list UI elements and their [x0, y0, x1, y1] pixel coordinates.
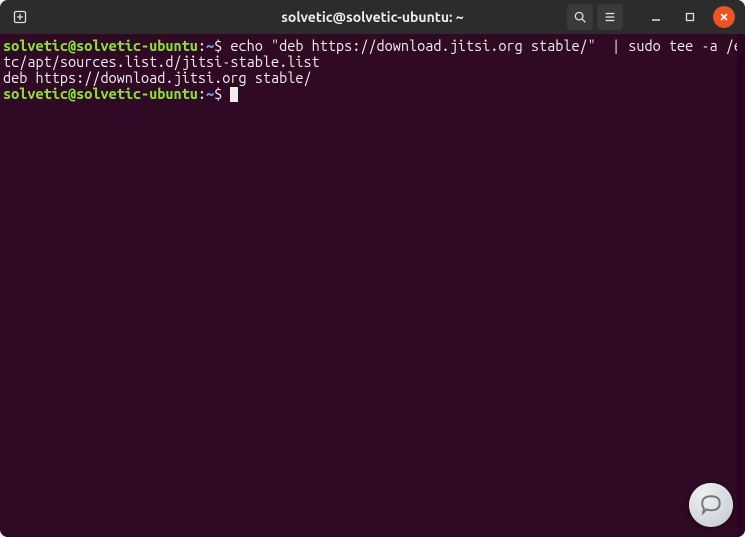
- search-button[interactable]: [567, 4, 593, 30]
- minimize-button[interactable]: [645, 6, 667, 28]
- titlebar-left: [6, 4, 34, 30]
- prompt-user: solvetic: [3, 37, 68, 54]
- prompt-host: solvetic-ubuntu: [76, 37, 198, 54]
- chat-assist-button[interactable]: [689, 483, 733, 527]
- close-icon: [719, 12, 729, 22]
- prompt-colon: :: [198, 37, 206, 54]
- close-button[interactable]: [713, 6, 735, 28]
- new-tab-button[interactable]: [6, 4, 34, 30]
- terminal-line-1: solvetic@solvetic-ubuntu:~$ echo "deb ht…: [3, 38, 742, 70]
- terminal-output-1: deb https://download.jitsi.org stable/: [3, 70, 742, 86]
- terminal-body[interactable]: solvetic@solvetic-ubuntu:~$ echo "deb ht…: [0, 34, 745, 537]
- prompt-colon: :: [198, 85, 206, 102]
- command-text-2: [222, 85, 230, 102]
- window-title: solvetic@solvetic-ubuntu: ~: [281, 9, 463, 25]
- maximize-icon: [685, 12, 695, 22]
- prompt-host: solvetic-ubuntu: [76, 85, 198, 102]
- menu-button[interactable]: [597, 4, 623, 30]
- maximize-button[interactable]: [679, 6, 701, 28]
- terminal-window: solvetic@solvetic-ubuntu: ~: [0, 0, 745, 537]
- search-icon: [573, 10, 587, 24]
- cursor: [230, 87, 238, 102]
- titlebar-right: [567, 4, 739, 30]
- prompt-path: ~: [206, 37, 214, 54]
- prompt-at: @: [68, 85, 76, 102]
- chat-assist-icon: [697, 491, 725, 519]
- prompt-at: @: [68, 37, 76, 54]
- prompt-path: ~: [206, 85, 214, 102]
- prompt-user: solvetic: [3, 85, 68, 102]
- minimize-icon: [651, 12, 661, 22]
- hamburger-menu-icon: [603, 10, 617, 24]
- scrollbar-track[interactable]: [737, 34, 745, 537]
- new-tab-icon: [12, 9, 28, 25]
- terminal-line-2: solvetic@solvetic-ubuntu:~$: [3, 86, 742, 102]
- titlebar[interactable]: solvetic@solvetic-ubuntu: ~: [0, 0, 745, 34]
